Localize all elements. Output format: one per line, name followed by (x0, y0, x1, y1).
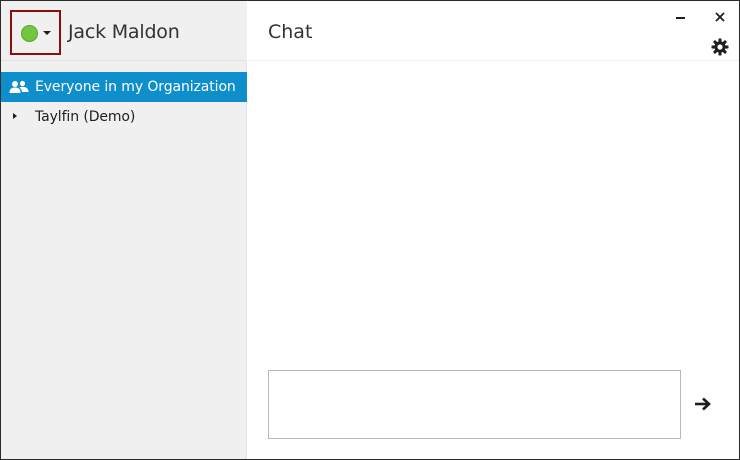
message-input[interactable] (268, 370, 681, 439)
close-button[interactable] (710, 8, 730, 26)
contact-group-taylfin[interactable]: Taylfin (Demo) (1, 102, 247, 132)
group-users-icon (9, 80, 29, 94)
status-dropdown-button[interactable] (10, 10, 61, 55)
chat-header: Chat (248, 1, 739, 61)
caret-down-icon (43, 31, 51, 35)
chat-title: Chat (268, 21, 313, 43)
contact-list: Everyone in my Organization Taylfin (Dem… (1, 72, 247, 132)
sidebar: Jack Maldon Everyone in my Organization … (1, 1, 247, 459)
settings-button[interactable] (710, 37, 730, 57)
status-dot-icon (21, 25, 38, 42)
group-everyone-item[interactable]: Everyone in my Organization (1, 72, 247, 102)
close-icon (715, 12, 725, 22)
arrow-right-icon (695, 397, 711, 411)
send-button[interactable] (692, 394, 714, 414)
chat-panel: Chat (248, 1, 739, 459)
group-everyone-label: Everyone in my Organization (35, 79, 236, 95)
minimize-icon (676, 17, 685, 19)
gear-icon (711, 38, 729, 56)
sidebar-header: Jack Maldon (1, 1, 247, 61)
expand-arrow-icon[interactable] (13, 113, 17, 119)
contact-group-label: Taylfin (Demo) (35, 109, 136, 125)
chat-window: Jack Maldon Everyone in my Organization … (0, 0, 740, 460)
user-name: Jack Maldon (68, 21, 180, 43)
minimize-button[interactable] (671, 9, 691, 27)
